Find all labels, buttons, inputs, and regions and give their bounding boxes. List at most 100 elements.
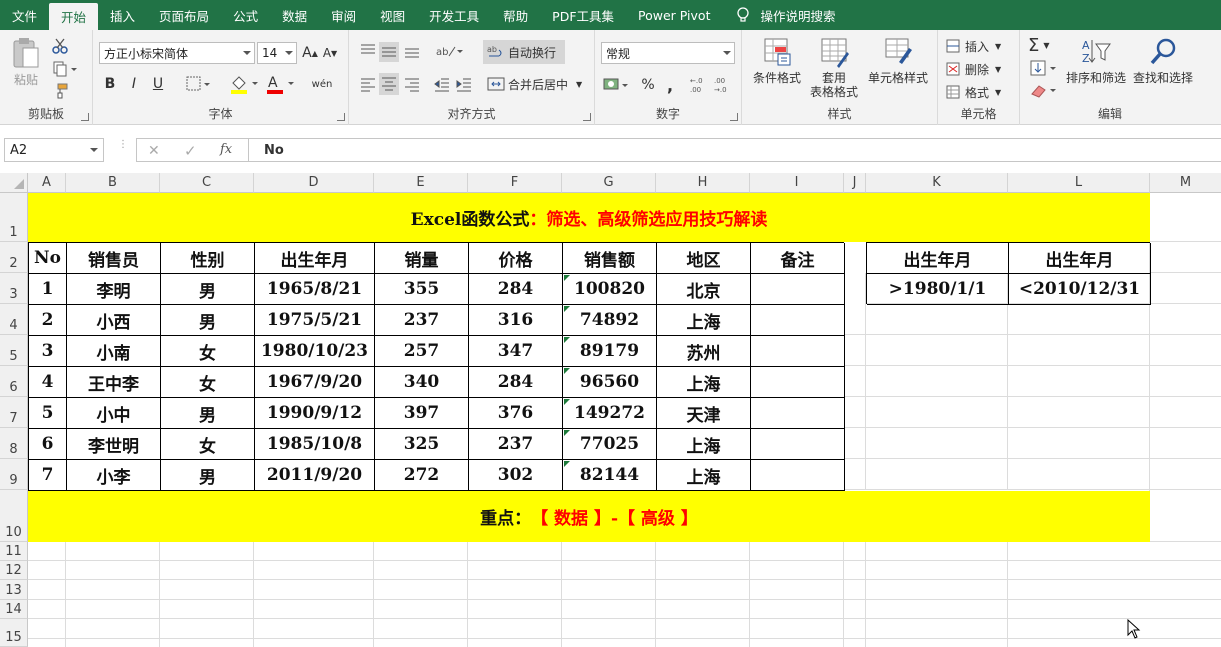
cell-gender[interactable]: 男 — [161, 398, 255, 429]
grow-font-button[interactable]: A ▲ — [301, 44, 319, 62]
tab-page-layout[interactable]: 页面布局 — [147, 0, 221, 30]
align-right-icon[interactable] — [403, 75, 421, 93]
align-center-icon[interactable] — [379, 73, 399, 95]
cell-no[interactable]: 7 — [29, 460, 67, 491]
cell-region[interactable]: 天津 — [657, 398, 751, 429]
tab-review[interactable]: 审阅 — [319, 0, 368, 30]
header-no[interactable]: No — [29, 243, 67, 274]
cell-price[interactable]: 284 — [469, 367, 563, 398]
header-sales[interactable]: 销售额 — [563, 243, 657, 274]
col-header-k[interactable]: K — [866, 173, 1008, 193]
cell-birthdate[interactable]: 1965/8/21 — [255, 274, 375, 305]
sort-filter-button[interactable]: AZ 排序和筛选 — [1064, 36, 1128, 85]
tab-help[interactable]: 帮助 — [491, 0, 540, 30]
cancel-icon[interactable]: ✕ — [148, 143, 160, 159]
cell-birthdate[interactable]: 1990/9/12 — [255, 398, 375, 429]
worksheet-grid[interactable]: A B C D E F G H I J K L M 1 2 3 4 5 6 7 … — [0, 173, 1221, 647]
underline-button[interactable]: U — [149, 74, 167, 94]
shrink-font-button[interactable]: A ▼ — [321, 44, 339, 62]
cell-region[interactable]: 上海 — [657, 429, 751, 460]
header-salesperson[interactable]: 销售员 — [67, 243, 161, 274]
select-all-corner[interactable] — [0, 173, 28, 193]
italic-button[interactable]: I — [125, 74, 143, 94]
wrap-text-button[interactable]: ab 自动换行 — [483, 40, 565, 64]
cell-no[interactable]: 1 — [29, 274, 67, 305]
cell-sales[interactable]: 149272 — [563, 398, 657, 429]
row-header-6[interactable]: 6 — [0, 366, 28, 397]
decrease-decimal-icon[interactable]: .00→.0 — [713, 75, 733, 95]
cell-region[interactable]: 上海 — [657, 460, 751, 491]
cell-note[interactable] — [751, 398, 845, 429]
col-header-a[interactable]: A — [28, 173, 66, 193]
percent-button[interactable]: % — [639, 75, 657, 95]
cell-gender[interactable]: 男 — [161, 305, 255, 336]
cell-price[interactable]: 284 — [469, 274, 563, 305]
cell-region[interactable]: 上海 — [657, 305, 751, 336]
row-header-15[interactable]: 15 — [0, 619, 28, 647]
number-format-combo[interactable]: 常规 — [601, 42, 735, 64]
cell-volume[interactable]: 355 — [375, 274, 469, 305]
increase-decimal-icon[interactable]: ←.0.00 — [689, 75, 709, 95]
criteria-header-2[interactable]: 出生年月 — [1009, 243, 1151, 274]
cell-region[interactable]: 北京 — [657, 274, 751, 305]
align-top-icon[interactable] — [359, 42, 377, 60]
cell-no[interactable]: 5 — [29, 398, 67, 429]
tab-formulas[interactable]: 公式 — [221, 0, 270, 30]
col-header-j[interactable]: J — [844, 173, 866, 193]
row-header-1[interactable]: 1 — [0, 193, 28, 242]
cell-birthdate[interactable]: 1980/10/23 — [255, 336, 375, 367]
cell-gender[interactable]: 女 — [161, 336, 255, 367]
col-header-c[interactable]: C — [160, 173, 254, 193]
header-birthdate[interactable]: 出生年月 — [255, 243, 375, 274]
row-header-14[interactable]: 14 — [0, 600, 28, 619]
find-select-button[interactable]: 查找和选择 — [1130, 36, 1196, 85]
tab-developer[interactable]: 开发工具 — [417, 0, 491, 30]
cell-sales[interactable]: 89179 — [563, 336, 657, 367]
format-cells-button[interactable]: 格式 ▼ — [946, 82, 1016, 102]
merge-center-button[interactable]: 合并后居中 ▼ — [485, 72, 585, 96]
cell-volume[interactable]: 397 — [375, 398, 469, 429]
cell-note[interactable] — [751, 274, 845, 305]
font-launcher[interactable] — [337, 113, 345, 121]
row-header-12[interactable]: 12 — [0, 561, 28, 580]
insert-function-icon[interactable]: fx — [220, 142, 232, 157]
row-header-9[interactable]: 9 — [0, 459, 28, 490]
fill-color-icon[interactable] — [229, 73, 259, 95]
header-region[interactable]: 地区 — [657, 243, 751, 274]
enter-icon[interactable]: ✓ — [184, 142, 197, 160]
tab-home[interactable]: 开始 — [49, 3, 99, 30]
criteria-value-1[interactable]: >1980/1/1 — [867, 274, 1009, 305]
cell-gender[interactable]: 男 — [161, 460, 255, 491]
cell-salesperson[interactable]: 小南 — [67, 336, 161, 367]
header-price[interactable]: 价格 — [469, 243, 563, 274]
key-note[interactable]: 重点：【 数据 】-【 高级 】 — [28, 491, 1150, 542]
paste-button[interactable]: 粘贴 — [8, 36, 44, 87]
format-as-table-button[interactable]: 套用 表格格式 — [806, 36, 862, 99]
cell-sales[interactable]: 82144 — [563, 460, 657, 491]
clipboard-launcher[interactable] — [81, 113, 89, 121]
cell-note[interactable] — [751, 305, 845, 336]
col-header-b[interactable]: B — [66, 173, 160, 193]
criteria-header-1[interactable]: 出生年月 — [867, 243, 1009, 274]
cell-volume[interactable]: 257 — [375, 336, 469, 367]
cell-note[interactable] — [751, 460, 845, 491]
comma-button[interactable]: , — [661, 75, 679, 95]
autosum-button[interactable]: Σ ▼ — [1028, 34, 1062, 56]
tab-insert[interactable]: 插入 — [98, 0, 147, 30]
row-header-2[interactable]: 2 — [0, 242, 28, 273]
phonetic-button[interactable]: wén — [307, 74, 337, 94]
cell-birthdate[interactable]: 1967/9/20 — [255, 367, 375, 398]
cell-salesperson[interactable]: 小西 — [67, 305, 161, 336]
cell-no[interactable]: 4 — [29, 367, 67, 398]
cell-note[interactable] — [751, 429, 845, 460]
name-box[interactable]: A2 — [4, 138, 104, 162]
format-painter-icon[interactable] — [52, 83, 68, 99]
cell-sales[interactable]: 100820 — [563, 274, 657, 305]
tab-file[interactable]: 文件 — [0, 0, 49, 30]
cell-salesperson[interactable]: 小李 — [67, 460, 161, 491]
col-header-g[interactable]: G — [562, 173, 656, 193]
cell-sales[interactable]: 74892 — [563, 305, 657, 336]
cell-no[interactable]: 3 — [29, 336, 67, 367]
cell-salesperson[interactable]: 李世明 — [67, 429, 161, 460]
row-header-4[interactable]: 4 — [0, 304, 28, 335]
